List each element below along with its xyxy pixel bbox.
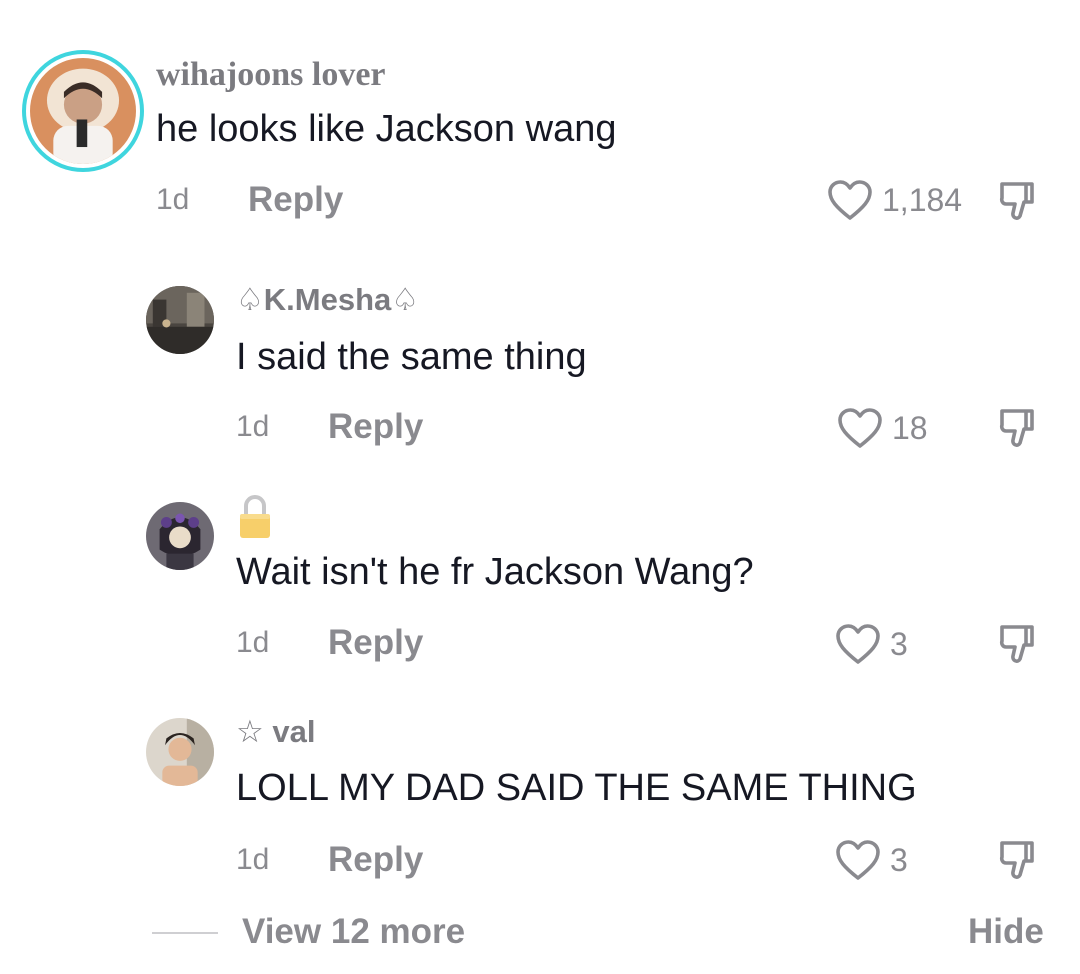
comment-text: he looks like Jackson wang xyxy=(156,108,617,150)
dislike-button[interactable] xyxy=(996,405,1042,451)
heart-icon xyxy=(836,406,884,450)
heart-icon xyxy=(826,178,874,222)
thumbs-down-icon xyxy=(996,405,1042,451)
view-more-replies-button[interactable]: View 12 more xyxy=(242,912,465,952)
like-button[interactable]: 18 xyxy=(836,406,928,450)
like-button[interactable]: 1,184 xyxy=(826,178,962,222)
comment-text: I said the same thing xyxy=(236,336,587,378)
dislike-button[interactable] xyxy=(996,178,1042,224)
like-button[interactable]: 3 xyxy=(834,622,908,666)
dislike-button[interactable] xyxy=(996,837,1042,883)
thumbs-down-icon xyxy=(996,837,1042,883)
like-count: 3 xyxy=(890,841,908,878)
comment-time: 1d xyxy=(156,183,190,216)
comment-text: LOLL MY DAD SAID THE SAME THING xyxy=(236,767,917,809)
divider-line xyxy=(152,932,218,934)
dislike-button[interactable] xyxy=(996,621,1042,667)
avatar[interactable] xyxy=(146,502,214,570)
heart-icon xyxy=(834,838,882,882)
lock-icon xyxy=(238,494,272,540)
avatar[interactable] xyxy=(146,286,214,354)
heart-icon xyxy=(834,622,882,666)
avatar[interactable] xyxy=(146,718,214,786)
comment-text: Wait isn't he fr Jackson Wang? xyxy=(236,551,754,593)
reply-button[interactable]: Reply xyxy=(248,180,343,220)
thumbs-down-icon xyxy=(996,621,1042,667)
reply-button[interactable]: Reply xyxy=(328,840,423,880)
username[interactable]: ♤K.Mesha♤ xyxy=(236,282,419,318)
comment-time: 1d xyxy=(236,843,270,876)
hide-replies-button[interactable]: Hide xyxy=(968,912,1044,952)
username[interactable]: ☆ val xyxy=(236,714,316,750)
reply-button[interactable]: Reply xyxy=(328,623,423,663)
username[interactable]: wihajoons lover xyxy=(156,56,386,94)
comment-time: 1d xyxy=(236,626,270,659)
comment-time: 1d xyxy=(236,410,270,443)
like-count: 3 xyxy=(890,625,908,662)
thumbs-down-icon xyxy=(996,178,1042,224)
like-count: 18 xyxy=(892,409,928,446)
like-button[interactable]: 3 xyxy=(834,838,908,882)
like-count: 1,184 xyxy=(882,181,963,218)
avatar[interactable] xyxy=(30,58,136,164)
reply-button[interactable]: Reply xyxy=(328,407,423,447)
